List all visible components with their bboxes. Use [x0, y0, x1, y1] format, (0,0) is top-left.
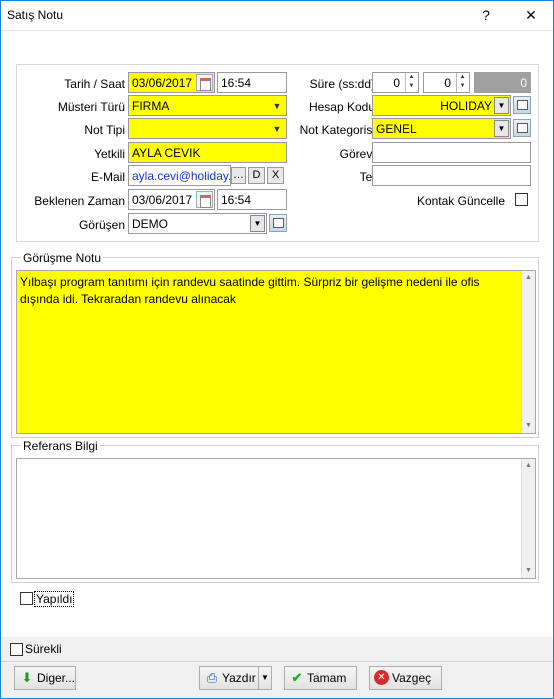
yetkili-input[interactable]: AYLA CEVIK: [128, 142, 287, 163]
gorevi-label: Görevi: [339, 147, 375, 161]
chevron-down-icon[interactable]: ▼: [494, 97, 509, 114]
sure-total-display: 0: [474, 72, 531, 93]
sure-label: Süre (ss:dd): [309, 77, 375, 91]
gorusme-notu-title: Görüşme Notu: [21, 251, 104, 265]
chevron-down-icon[interactable]: ▼: [494, 120, 509, 137]
yapildi-label[interactable]: Yapıldı: [34, 591, 75, 607]
tel-input[interactable]: [372, 165, 531, 186]
arrow-down-icon: ⬇: [21, 670, 33, 685]
gorevi-input[interactable]: [372, 142, 531, 163]
yapildi-checkbox[interactable]: [20, 592, 33, 605]
sure-minutes-input[interactable]: 0 ▲ ▼: [423, 72, 470, 93]
title-bar: Satış Notu ? ✕: [1, 1, 553, 30]
gorusme-notu-textarea[interactable]: Yılbaşı program tanıtımı için randevu sa…: [16, 270, 536, 434]
tarih-date-input[interactable]: 03/06/2017: [128, 72, 215, 93]
diger-button[interactable]: ⬇ Diger...: [14, 666, 76, 690]
vertical-scrollbar[interactable]: ▲ ▼: [521, 459, 535, 578]
checkmark-icon: ✔: [291, 670, 303, 685]
scroll-up-icon[interactable]: ▲: [522, 271, 535, 285]
email-more-button[interactable]: …: [231, 167, 246, 184]
scroll-down-icon[interactable]: ▼: [522, 419, 535, 433]
yazdir-dropdown-button[interactable]: ▼: [258, 666, 272, 690]
scroll-down-icon[interactable]: ▼: [522, 564, 535, 578]
surekli-label: Sürekli: [25, 642, 62, 656]
email-input[interactable]: ayla.cevi@holiday.: [128, 165, 231, 186]
not-tipi-label: Not Tipi: [84, 123, 125, 137]
scroll-up-icon[interactable]: ▲: [522, 459, 535, 473]
referans-bilgi-title: Referans Bilgi: [21, 439, 100, 453]
chevron-down-icon[interactable]: ▼: [250, 215, 265, 232]
window-title: Satış Notu: [7, 8, 64, 22]
calendar-icon[interactable]: [196, 191, 213, 208]
kontak-guncelle-label: Kontak Güncelle: [416, 194, 505, 208]
minutes-spinner[interactable]: ▲ ▼: [456, 73, 468, 92]
email-x-button[interactable]: X: [267, 167, 284, 184]
divider: [1, 661, 553, 662]
not-kategorisi-label: Not Kategorisi: [299, 123, 375, 137]
tamam-button[interactable]: ✔ Tamam: [284, 666, 357, 690]
dialog-window: Satış Notu ? ✕ Tarih / Saat 03/06/2017 1…: [0, 0, 554, 699]
chevron-down-icon: ▼: [272, 101, 282, 111]
not-kategorisi-select[interactable]: GENEL ▼: [372, 118, 511, 139]
bottom-bar: Sürekli ⬇ Diger... ⎙ Yazdır ▼ ✔ Tamam ✕ …: [1, 637, 553, 698]
vazgec-button[interactable]: ✕ Vazgeç: [369, 666, 442, 690]
musteri-turu-select[interactable]: FIRMA ▼: [128, 95, 287, 116]
hours-spinner[interactable]: ▲ ▼: [405, 73, 417, 92]
close-button[interactable]: ✕: [511, 1, 551, 30]
gorusen-select[interactable]: DEMO ▼: [128, 213, 267, 234]
vertical-scrollbar[interactable]: ▲ ▼: [521, 271, 535, 433]
yetkili-label: Yetkili: [94, 147, 125, 161]
dialog-content: Tarih / Saat 03/06/2017 16:54 Süre (ss:d…: [1, 30, 553, 637]
kontak-guncelle-checkbox[interactable]: [515, 193, 528, 206]
calendar-icon[interactable]: [196, 74, 213, 91]
help-button[interactable]: ?: [466, 1, 506, 30]
hesap-kodu-label: Hesap Kodu: [308, 100, 375, 114]
beklenen-date-input[interactable]: 03/06/2017: [128, 189, 215, 210]
email-d-button[interactable]: D: [248, 167, 265, 184]
form-panel: Tarih / Saat 03/06/2017 16:54 Süre (ss:d…: [16, 64, 539, 242]
referans-bilgi-textarea[interactable]: ▲ ▼: [16, 458, 536, 579]
chevron-down-icon: ▼: [272, 124, 282, 134]
lookup-icon[interactable]: [513, 119, 531, 137]
lookup-icon[interactable]: [269, 214, 287, 232]
tarih-time-input[interactable]: 16:54: [217, 72, 287, 93]
print-icon: ⎙: [206, 670, 218, 685]
email-label: E-Mail: [90, 170, 125, 184]
yazdir-button[interactable]: ⎙ Yazdır: [199, 666, 259, 690]
tarih-saat-label: Tarih / Saat: [64, 77, 125, 91]
gorusen-label: Görüşen: [78, 218, 125, 232]
sure-hours-input[interactable]: 0 ▲ ▼: [372, 72, 419, 93]
beklenen-zaman-label: Beklenen Zaman: [34, 194, 125, 208]
chevron-down-icon: ▼: [261, 673, 269, 682]
surekli-checkbox[interactable]: [10, 643, 23, 656]
lookup-icon[interactable]: [513, 96, 531, 114]
musteri-turu-label: Müsteri Türü: [57, 100, 125, 114]
beklenen-time-input[interactable]: 16:54: [217, 189, 287, 210]
not-tipi-select[interactable]: ▼: [128, 118, 287, 139]
cancel-icon: ✕: [374, 670, 389, 685]
hesap-kodu-select[interactable]: HOLIDAY ▼: [372, 95, 511, 116]
